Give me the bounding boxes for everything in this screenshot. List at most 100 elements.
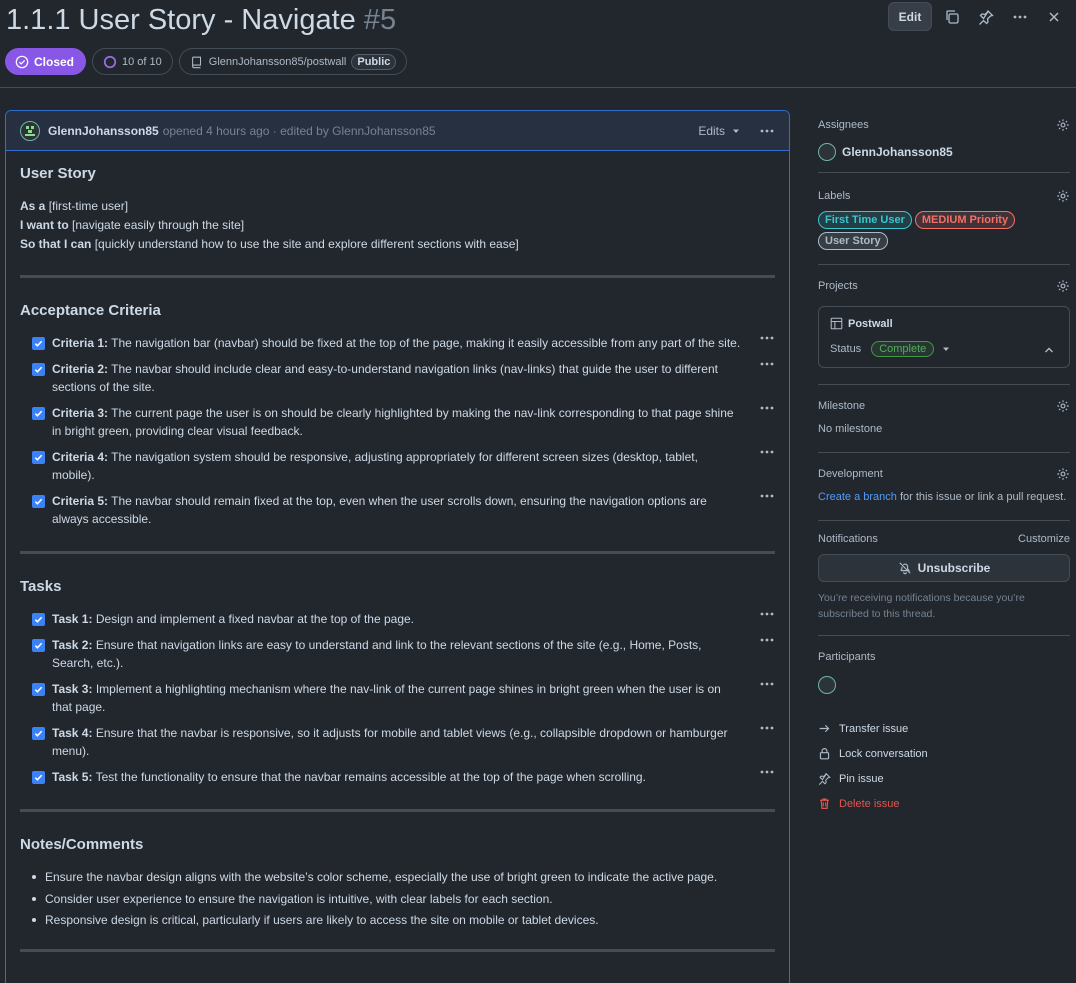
item-more-icon[interactable] xyxy=(759,400,775,420)
chevron-up-icon[interactable] xyxy=(1043,344,1055,356)
as-a-label: As a xyxy=(20,199,46,213)
item-text: The navigation system should be responsi… xyxy=(52,450,698,482)
chevron-down-icon xyxy=(733,129,739,133)
item-label: Task 1: xyxy=(52,612,93,626)
checkbox-checked[interactable] xyxy=(32,727,45,740)
item-more-icon[interactable] xyxy=(759,606,775,626)
checkbox-checked[interactable] xyxy=(32,613,45,626)
caret-down-icon[interactable] xyxy=(941,344,951,354)
avatar[interactable] xyxy=(20,120,40,141)
progress-pill[interactable]: 10 of 10 xyxy=(92,48,173,75)
pin-icon[interactable] xyxy=(972,3,1000,31)
criteria-item: Criteria 5: The navbar should remain fix… xyxy=(20,492,775,528)
arrow-right-icon xyxy=(819,724,830,733)
checkbox-checked[interactable] xyxy=(32,495,45,508)
assignee[interactable]: GlennJohansson85 xyxy=(818,143,1070,161)
item-text: Design and implement a fixed navbar at t… xyxy=(95,612,415,626)
item-text: Ensure that navigation links are easy to… xyxy=(52,638,702,670)
tasks-list: Task 1: Design and implement a fixed nav… xyxy=(20,610,775,786)
item-more-icon[interactable] xyxy=(759,356,775,376)
item-text: The navigation bar (navbar) should be fi… xyxy=(111,336,741,350)
customize-link[interactable]: Customize xyxy=(1018,533,1070,545)
criteria-list: Criteria 1: The navigation bar (navbar) … xyxy=(20,334,775,528)
item-more-icon[interactable] xyxy=(759,632,775,652)
checkbox-checked[interactable] xyxy=(32,337,45,350)
checkbox-checked[interactable] xyxy=(32,407,45,420)
want-value: [navigate easily through the site] xyxy=(72,218,245,232)
pin-issue-action[interactable]: Pin issue xyxy=(818,766,1070,791)
checkbox-checked[interactable] xyxy=(32,639,45,652)
item-more-icon[interactable] xyxy=(759,764,775,784)
item-more-icon[interactable] xyxy=(759,330,775,350)
issue-sidebar: Assignees GlennJohansson85 Labels First … xyxy=(818,110,1070,816)
item-label: Task 3: xyxy=(52,682,93,696)
item-label: Criteria 3: xyxy=(52,406,109,420)
so-label: So that I can xyxy=(20,237,92,251)
more-options-icon[interactable] xyxy=(1006,3,1034,31)
transfer-label: Transfer issue xyxy=(839,722,909,735)
item-label: Task 4: xyxy=(52,726,93,740)
checkbox-checked[interactable] xyxy=(32,771,45,784)
create-branch-link[interactable]: Create a branch xyxy=(818,491,897,503)
gear-icon[interactable] xyxy=(1056,467,1070,481)
check-icon xyxy=(34,498,43,505)
edit-button[interactable]: Edit xyxy=(888,2,932,31)
item-more-icon[interactable] xyxy=(759,444,775,464)
unsubscribe-button[interactable]: Unsubscribe xyxy=(818,554,1070,582)
checkbox-checked[interactable] xyxy=(32,363,45,376)
issue-body-comment: GlennJohansson85 opened 4 hours ago · ed… xyxy=(5,110,790,983)
development-suffix: for this issue or link a pull request. xyxy=(896,491,1067,503)
criteria-item: Criteria 1: The navigation bar (navbar) … xyxy=(20,334,775,352)
project-link[interactable]: Postwall xyxy=(830,317,893,330)
bell-slash-icon xyxy=(899,562,911,575)
trash-icon xyxy=(820,798,829,809)
item-more-icon[interactable] xyxy=(759,676,775,696)
gear-icon[interactable] xyxy=(1056,399,1070,413)
criteria-item: Criteria 4: The navigation system should… xyxy=(20,448,775,484)
delete-issue-action[interactable]: Delete issue xyxy=(818,791,1070,816)
item-label: Criteria 1: xyxy=(52,336,109,350)
item-more-icon[interactable] xyxy=(759,720,775,740)
repo-pill[interactable]: GlennJohansson85/postwall Public xyxy=(178,48,408,75)
check-icon xyxy=(34,410,43,417)
assignees-section: Assignees GlennJohansson85 xyxy=(818,110,1070,173)
checkbox-checked[interactable] xyxy=(32,683,45,696)
copy-icon[interactable] xyxy=(938,3,966,31)
item-label: Task 5: xyxy=(52,770,93,784)
repo-name: GlennJohansson85/postwall xyxy=(208,55,347,68)
issue-meta: Closed 10 of 10 GlennJohansson85/postwal… xyxy=(5,48,408,75)
notification-reason: You’re receiving notifications because y… xyxy=(818,592,1025,620)
lock-icon xyxy=(819,748,830,760)
visibility-badge: Public xyxy=(351,53,397,70)
divider xyxy=(20,551,775,554)
notifications-title: Notifications xyxy=(818,533,878,545)
issue-number: #5 xyxy=(363,4,397,36)
transfer-issue-action[interactable]: Transfer issue xyxy=(818,716,1070,741)
item-label: Criteria 2: xyxy=(52,362,109,376)
lock-conversation-action[interactable]: Lock conversation xyxy=(818,741,1070,766)
notifications-section: Notifications Customize Unsubscribe You’… xyxy=(818,521,1070,636)
item-more-icon[interactable] xyxy=(759,488,775,508)
label-chip[interactable]: MEDIUM Priority xyxy=(914,211,1016,229)
comment-body: User Story As a [first-time user] I want… xyxy=(6,151,789,952)
gear-icon[interactable] xyxy=(1056,189,1070,203)
edits-dropdown[interactable]: Edits xyxy=(698,123,775,139)
comment-author[interactable]: GlennJohansson85 xyxy=(48,124,159,138)
labels-section: Labels First Time User MEDIUM Priority Use… xyxy=(818,173,1070,265)
close-icon[interactable] xyxy=(1040,3,1068,31)
table-icon xyxy=(830,317,843,330)
status-value[interactable]: Complete xyxy=(871,341,935,357)
label-chip[interactable]: First Time User xyxy=(818,211,912,229)
participant-avatar[interactable] xyxy=(818,676,1070,697)
edits-label: Edits xyxy=(698,123,725,138)
checkbox-checked[interactable] xyxy=(32,451,45,464)
delete-label: Delete issue xyxy=(839,797,900,810)
gear-icon[interactable] xyxy=(1056,279,1070,293)
gear-icon[interactable] xyxy=(1056,118,1070,132)
label-chip[interactable]: User Story xyxy=(818,232,888,250)
milestone-value: No milestone xyxy=(818,423,883,435)
progress-circle-icon xyxy=(103,55,117,68)
item-text: The navbar should include clear and easy… xyxy=(52,362,718,394)
check-icon xyxy=(34,642,43,649)
lock-label: Lock conversation xyxy=(839,747,928,760)
